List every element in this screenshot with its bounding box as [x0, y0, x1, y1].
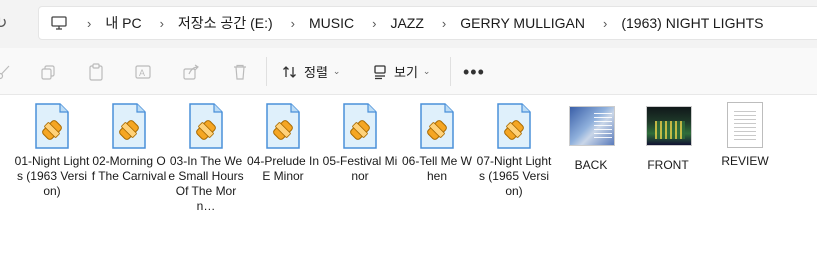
chevron-right-icon[interactable]: ›	[160, 16, 164, 31]
breadcrumb-item[interactable]: › GERRY MULLIGAN	[424, 13, 585, 33]
address-row: ↻ › 내 PC › 저장소 공간 (E:) › MUSIC › JAZZ › GERRY…	[0, 0, 817, 48]
view-icon	[374, 64, 386, 79]
chevron-right-icon[interactable]: ›	[291, 16, 295, 31]
file-item[interactable]: REVIEW	[707, 102, 783, 169]
toolbar-divider	[450, 57, 451, 86]
text-file-icon	[723, 102, 767, 150]
chevron-down-icon[interactable]: ⌄	[333, 66, 341, 77]
audio-file-icon	[338, 102, 382, 150]
audio-file-icon	[107, 102, 151, 150]
file-name[interactable]: REVIEW	[707, 154, 783, 169]
file-item[interactable]: 02-Morning Of The Carnival	[91, 102, 167, 184]
cut-icon[interactable]	[0, 62, 14, 82]
breadcrumb-label[interactable]: GERRY MULLIGAN	[460, 13, 585, 33]
more-options-button[interactable]: •••	[463, 62, 485, 83]
breadcrumb-item[interactable]: › 저장소 공간 (E:)	[142, 11, 273, 35]
file-name[interactable]: 05-Festival Minor	[322, 154, 398, 184]
image-thumbnail-front	[646, 106, 692, 154]
audio-file-icon	[30, 102, 74, 150]
view-button[interactable]: 보기 ⌄	[372, 58, 430, 85]
audio-file-icon	[492, 102, 536, 150]
sort-label[interactable]: 정렬	[304, 62, 328, 81]
breadcrumb-item[interactable]: › JAZZ	[354, 13, 424, 33]
file-name[interactable]: FRONT	[630, 158, 706, 173]
view-label[interactable]: 보기	[394, 62, 418, 81]
file-item[interactable]: 07-Night Lights (1965 Version)	[476, 102, 552, 199]
file-name[interactable]: 02-Morning Of The Carnival	[91, 154, 167, 184]
audio-file-icon	[184, 102, 228, 150]
computer-icon[interactable]	[51, 14, 69, 32]
copy-icon[interactable]	[38, 62, 58, 82]
file-name[interactable]: 04-Prelude In E Minor	[245, 154, 321, 184]
rename-icon[interactable]: A	[134, 62, 154, 82]
sort-button[interactable]: 정렬 ⌄	[282, 58, 340, 85]
breadcrumb-label[interactable]: 저장소 공간 (E:)	[178, 11, 273, 35]
share-icon[interactable]	[182, 62, 202, 82]
file-item[interactable]: 06-Tell Me When	[399, 102, 475, 184]
breadcrumb-item[interactable]: › MUSIC	[273, 13, 354, 33]
audio-file-icon	[415, 102, 459, 150]
breadcrumb-label[interactable]: JAZZ	[390, 13, 423, 33]
file-name[interactable]: 07-Night Lights (1965 Version)	[476, 154, 552, 199]
chevron-right-icon[interactable]: ›	[442, 16, 446, 31]
breadcrumb-label[interactable]: (1963) NIGHT LIGHTS	[621, 13, 763, 33]
refresh-icon[interactable]: ↻	[0, 14, 14, 34]
sort-icon	[283, 65, 296, 78]
delete-icon[interactable]	[230, 62, 250, 82]
svg-text:A: A	[139, 68, 145, 78]
file-name[interactable]: 03-In The Wee Small Hours Of The Morn…	[168, 154, 244, 214]
chevron-right-icon[interactable]: ›	[87, 16, 91, 31]
file-item[interactable]: BACK	[553, 102, 629, 173]
file-name[interactable]: 01-Night Lights (1963 Version)	[14, 154, 90, 199]
chevron-right-icon[interactable]: ›	[603, 16, 607, 31]
file-name[interactable]: 06-Tell Me When	[399, 154, 475, 184]
breadcrumb-label[interactable]: 내 PC	[105, 11, 141, 35]
chevron-right-icon[interactable]: ›	[372, 16, 376, 31]
address-bar[interactable]: › 내 PC › 저장소 공간 (E:) › MUSIC › JAZZ › GERRY M…	[38, 6, 817, 40]
file-item[interactable]: FRONT	[630, 102, 706, 173]
image-thumbnail-back	[569, 106, 615, 154]
file-item[interactable]: 03-In The Wee Small Hours Of The Morn…	[168, 102, 244, 214]
toolbar-divider	[266, 57, 267, 86]
breadcrumb-item[interactable]: › (1963) NIGHT LIGHTS	[585, 13, 763, 33]
file-item[interactable]: 05-Festival Minor	[322, 102, 398, 184]
paste-icon[interactable]	[86, 62, 106, 82]
file-grid: 01-Night Lights (1963 Version) 02-Mornin…	[0, 96, 817, 277]
command-bar: A 정렬 ⌄ 보기 ⌄	[0, 48, 817, 95]
file-item[interactable]: 04-Prelude In E Minor	[245, 102, 321, 184]
file-name[interactable]: BACK	[553, 158, 629, 173]
file-item[interactable]: 01-Night Lights (1963 Version)	[14, 102, 90, 199]
audio-file-icon	[261, 102, 305, 150]
breadcrumb-label[interactable]: MUSIC	[309, 13, 354, 33]
chevron-down-icon[interactable]: ⌄	[423, 66, 431, 77]
breadcrumb-item[interactable]: › 내 PC	[69, 11, 142, 35]
